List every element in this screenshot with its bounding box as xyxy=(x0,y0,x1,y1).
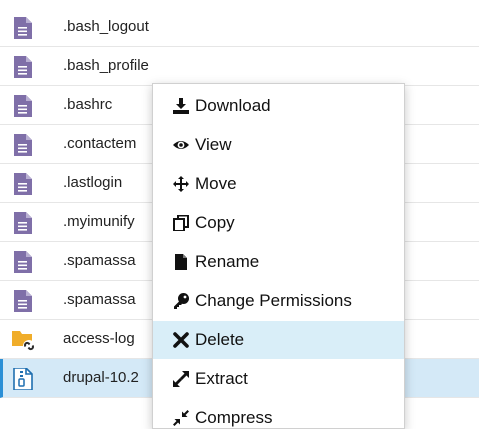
file-name: .spamassa xyxy=(63,252,136,269)
menu-item-label: Change Permissions xyxy=(195,291,352,310)
document-icon xyxy=(14,251,32,273)
file-name: .bash_profile xyxy=(63,57,149,74)
compress-icon xyxy=(173,410,189,426)
move-icon xyxy=(173,176,189,192)
document-icon xyxy=(14,290,32,312)
menu-item-download[interactable]: Download xyxy=(153,87,404,125)
menu-item-compress[interactable]: Compress xyxy=(153,399,404,428)
menu-item-label: Rename xyxy=(195,252,260,271)
document-icon xyxy=(14,56,32,78)
menu-item-label: Download xyxy=(195,96,271,115)
document-icon xyxy=(14,173,32,195)
file-name: access-log xyxy=(63,330,135,347)
context-menu: Download View Move Copy Rename Change Pe… xyxy=(152,83,405,429)
menu-item-label: View xyxy=(195,135,232,154)
key-icon xyxy=(174,293,189,309)
menu-item-label: Copy xyxy=(195,213,235,232)
menu-item-label: Delete xyxy=(195,330,245,349)
menu-item-copy[interactable]: Copy xyxy=(153,204,404,242)
menu-item-label: Extract xyxy=(195,369,248,388)
menu-item-change-permissions[interactable]: Change Permissions xyxy=(153,282,404,320)
eye-icon xyxy=(173,141,189,149)
file-row-bash-logout[interactable]: .bash_logout xyxy=(0,8,479,47)
menu-item-extract[interactable]: Extract xyxy=(153,360,404,398)
document-icon xyxy=(14,134,32,156)
file-name: .bash_logout xyxy=(63,18,149,35)
document-icon xyxy=(14,212,32,234)
menu-item-delete[interactable]: Delete xyxy=(153,321,404,359)
download-icon xyxy=(173,98,189,114)
file-name: .spamassa xyxy=(63,291,136,308)
archive-icon xyxy=(13,368,33,390)
document-icon xyxy=(14,95,32,117)
expand-icon xyxy=(173,371,189,387)
close-icon xyxy=(173,332,189,348)
file-name: .lastlogin xyxy=(63,174,123,191)
menu-item-rename[interactable]: Rename xyxy=(153,243,404,281)
menu-item-move[interactable]: Move xyxy=(153,165,404,203)
menu-item-label: Move xyxy=(195,174,237,193)
file-name: .bashrc xyxy=(63,96,113,113)
menu-item-label: Compress xyxy=(195,408,273,427)
file-icon xyxy=(175,254,187,270)
file-name: .myimunify xyxy=(63,213,135,230)
file-name: drupal-10.2 xyxy=(63,369,139,386)
folder-link-icon xyxy=(12,331,35,352)
file-row-bash-profile[interactable]: .bash_profile xyxy=(0,47,479,86)
copy-icon xyxy=(173,215,189,231)
document-icon xyxy=(14,17,32,39)
file-name: .contactem xyxy=(63,135,137,152)
menu-item-view[interactable]: View xyxy=(153,126,404,164)
